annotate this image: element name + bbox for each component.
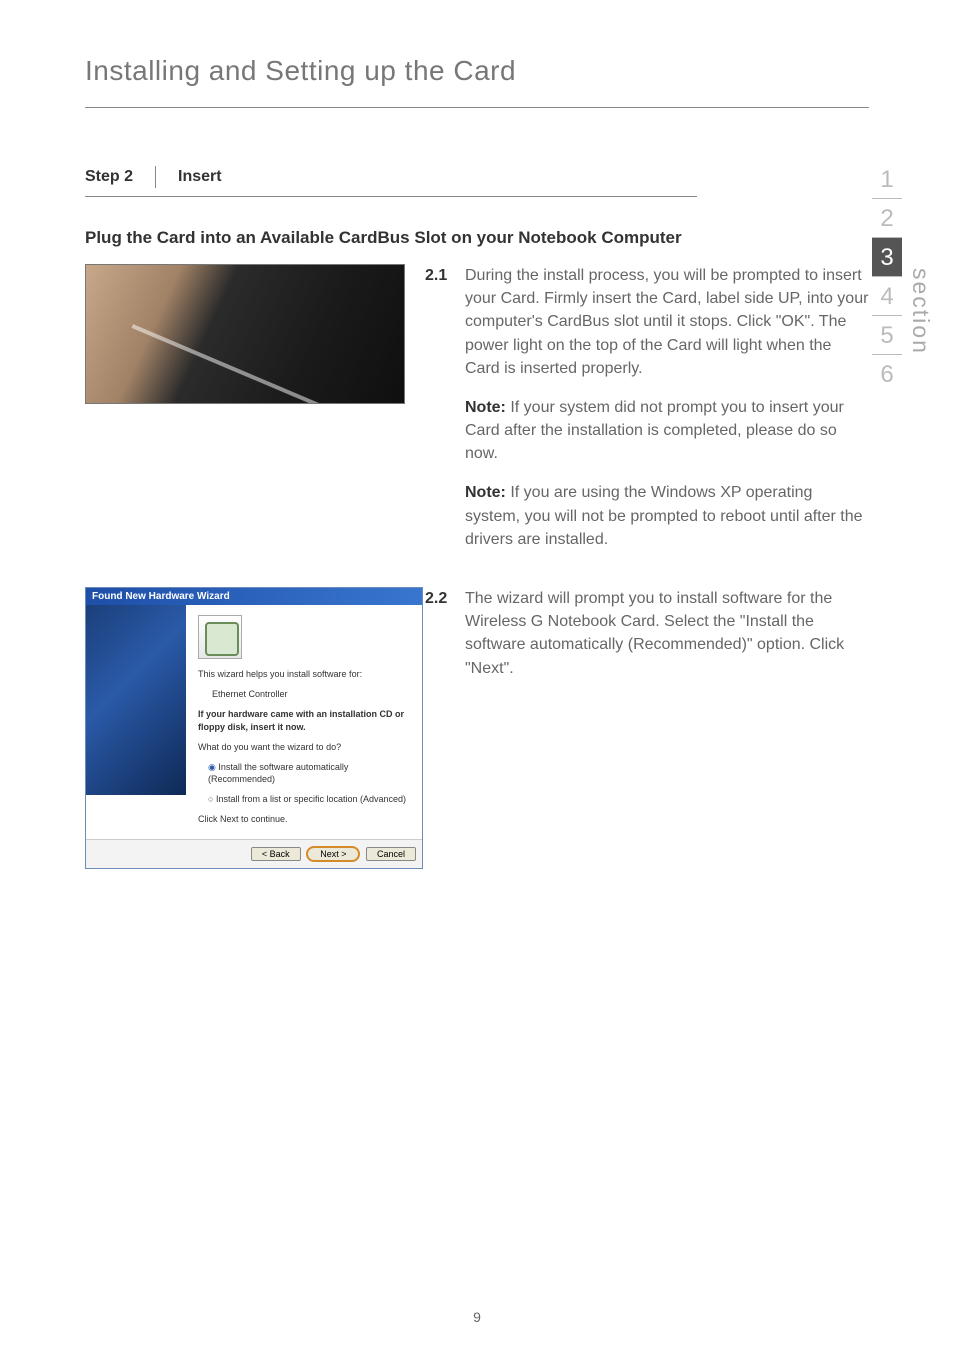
row-2-2: Found New Hardware Wizard This wizard he… [85, 587, 869, 869]
tab-5[interactable]: 5 [872, 316, 902, 355]
tab-3[interactable]: 3 [872, 238, 902, 277]
insert-card-photo [85, 264, 405, 404]
cancel-button[interactable]: Cancel [366, 847, 416, 861]
tab-4[interactable]: 4 [872, 277, 902, 316]
note-label: Note: [465, 484, 506, 501]
wizard-sidebar-image [86, 605, 186, 795]
wizard-line: This wizard helps you install software f… [198, 668, 410, 680]
wizard-option-recommended[interactable]: Install the software automatically (Reco… [198, 761, 410, 785]
photo-thumbnail [85, 264, 405, 404]
note-label: Note: [465, 399, 506, 416]
wizard-device: Ethernet Controller [198, 688, 410, 700]
tab-1[interactable]: 1 [872, 160, 902, 199]
wizard-hint: If your hardware came with an installati… [198, 708, 410, 732]
row-2-1: 2.1 During the install process, you will… [85, 264, 869, 567]
wizard-device-icon [198, 615, 242, 659]
item-number: 2.2 [425, 587, 465, 680]
found-new-hardware-wizard: Found New Hardware Wizard This wizard he… [85, 587, 423, 869]
wizard-footer: < Back Next > Cancel [86, 839, 422, 868]
tab-6[interactable]: 6 [872, 355, 902, 387]
wizard-thumbnail: Found New Hardware Wizard This wizard he… [85, 587, 405, 869]
wizard-option-advanced[interactable]: Install from a list or specific location… [198, 793, 410, 805]
wizard-question: What do you want the wizard to do? [198, 741, 410, 753]
step-name: Insert [156, 168, 222, 186]
list-item: 2.1 During the install process, you will… [425, 264, 869, 551]
item-number: 2.1 [425, 264, 465, 551]
step-header: Step 2 Insert [85, 166, 697, 197]
wizard-titlebar: Found New Hardware Wizard [86, 588, 422, 605]
back-button[interactable]: < Back [251, 847, 301, 861]
note-text: If you are using the Windows XP operatin… [465, 484, 863, 547]
item-body: The wizard will prompt you to install so… [465, 587, 869, 680]
wizard-continue: Click Next to continue. [198, 813, 410, 825]
list-item: 2.2 The wizard will prompt you to instal… [425, 587, 869, 680]
page-title: Installing and Setting up the Card [85, 55, 869, 108]
tab-2[interactable]: 2 [872, 199, 902, 238]
step-number: Step 2 [85, 166, 156, 188]
page-number: 9 [0, 1309, 954, 1325]
subheading: Plug the Card into an Available CardBus … [85, 227, 712, 250]
next-button[interactable]: Next > [306, 846, 360, 862]
section-label: section [907, 268, 934, 355]
item-body: During the install process, you will be … [465, 267, 868, 377]
section-tabs: 1 2 3 4 5 6 [872, 160, 902, 387]
note-text: If your system did not prompt you to ins… [465, 399, 844, 462]
